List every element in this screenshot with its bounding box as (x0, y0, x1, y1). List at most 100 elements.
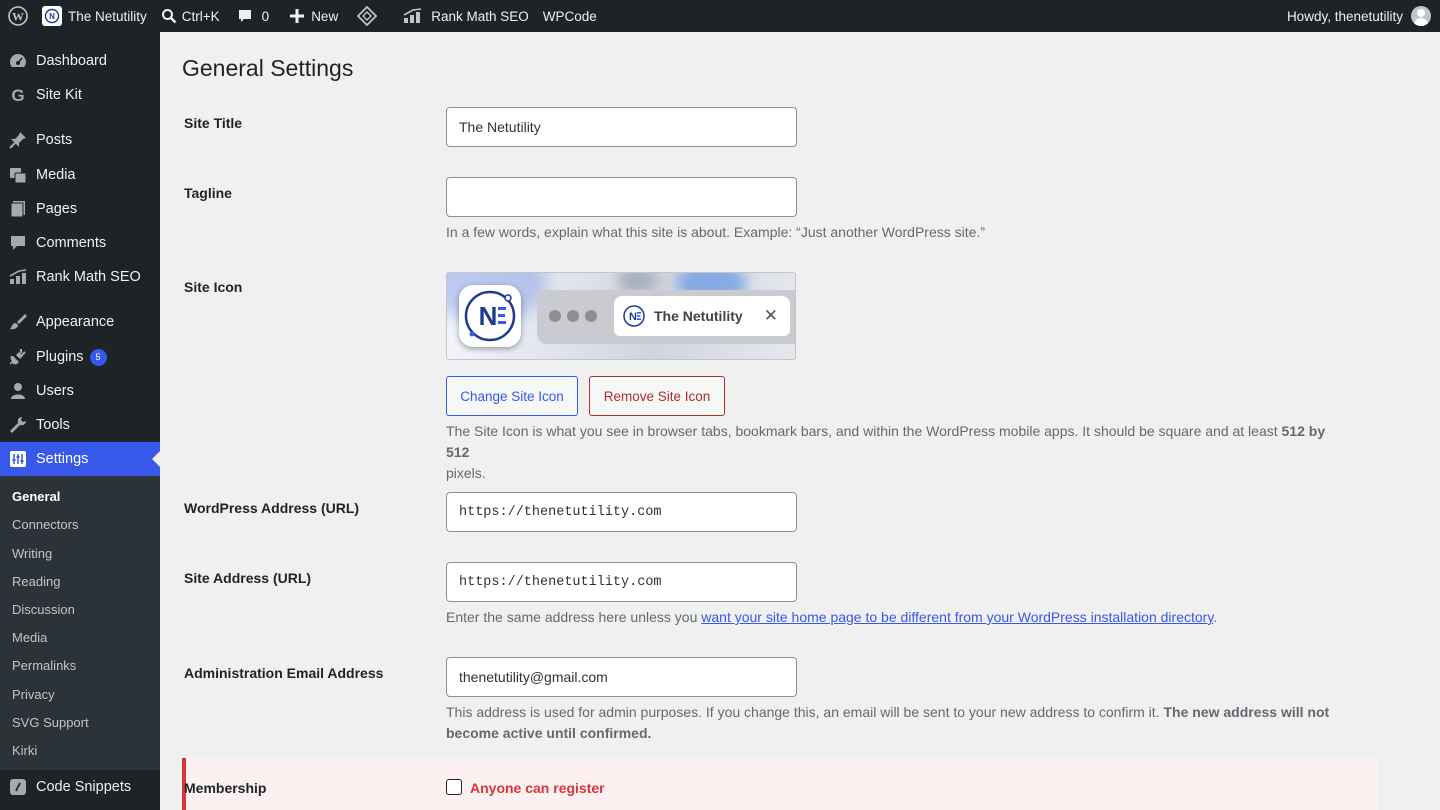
sidebar-item-site-kit[interactable]: G Site Kit (0, 78, 160, 112)
admin-bar: W N The Netutility Ctrl+K 0 New Rank Mat… (0, 0, 1440, 32)
sidebar-item-label: Code Snippets (36, 779, 132, 795)
submenu-item-kirki[interactable]: Kirki (12, 743, 37, 758)
new-label: New (311, 8, 339, 24)
sidebar-item-dashboard[interactable]: Dashboard (0, 44, 160, 78)
comment-icon (0, 233, 36, 253)
sidebar-item-media[interactable]: Media (0, 158, 160, 192)
anyone-can-register-label[interactable]: Anyone can register (470, 780, 605, 796)
site-address-description: Enter the same address here unless you w… (446, 607, 1217, 628)
settings-icon (0, 449, 36, 469)
submenu-item-general[interactable]: General (12, 489, 60, 504)
admin-email-label: Administration Email Address (184, 665, 384, 681)
submenu-item-connectors[interactable]: Connectors (12, 517, 78, 532)
wpcode-menu[interactable]: WPCode (536, 0, 604, 32)
membership-label: Membership (184, 780, 267, 796)
site-icon-label: Site Icon (184, 279, 243, 295)
submenu-item-svg-support[interactable]: SVG Support (12, 715, 89, 730)
wordpress-logo-icon[interactable]: W (0, 0, 38, 32)
sidebar-item-rank-math-seo[interactable]: Rank Math SEO (0, 260, 160, 294)
svg-text:N: N (629, 311, 637, 323)
site-title-label: Site Title (184, 115, 243, 131)
plus-icon (290, 9, 305, 23)
google-g-icon: G (0, 85, 36, 105)
submenu-item-permalinks[interactable]: Permalinks (12, 658, 76, 673)
rank-math-menu[interactable]: Rank Math SEO (391, 0, 536, 32)
new-content-menu[interactable]: New (276, 0, 345, 32)
sidebar-item-appearance[interactable]: Appearance (0, 305, 160, 339)
rank-math-icon (403, 8, 422, 23)
site-icon-description-text: The Site Icon is what you see in browser… (446, 423, 1282, 439)
wordpress-address-label: WordPress Address (URL) (184, 500, 360, 516)
close-icon: ✕ (763, 306, 778, 325)
admin-email-input[interactable]: thenetutility@gmail.com (446, 657, 797, 697)
admin-email-description-text: This address is used for admin purposes.… (446, 704, 1164, 720)
dashboard-icon (0, 51, 36, 71)
sidebar-item-label: Site Kit (36, 87, 82, 103)
sidebar-item-label: Users (36, 383, 74, 399)
site-title-input[interactable]: The Netutility (446, 107, 797, 147)
comments-menu[interactable]: 0 (227, 0, 277, 32)
sidebar-item-label: Plugins (36, 349, 84, 365)
site-icon-description: The Site Icon is what you see in browser… (446, 421, 1346, 484)
browser-tab-preview: N The Netutility ✕ (537, 290, 795, 344)
submenu-item-writing[interactable]: Writing (12, 546, 52, 561)
submenu-item-media[interactable]: Media (12, 630, 47, 645)
sidebar-item-pages[interactable]: Pages (0, 192, 160, 226)
change-site-icon-button[interactable]: Change Site Icon (446, 376, 578, 416)
main-content: General Settings Site Title The Netutili… (160, 32, 1440, 810)
site-address-help-link[interactable]: want your site home page to be different… (701, 609, 1213, 625)
sidebar-item-users[interactable]: Users (0, 374, 160, 408)
command-palette-button[interactable]: Ctrl+K (154, 0, 227, 32)
site-name-label: The Netutility (68, 8, 147, 24)
tagline-input[interactable] (446, 177, 797, 217)
submenu-item-discussion[interactable]: Discussion (12, 602, 75, 617)
paintbrush-icon (0, 312, 36, 332)
browser-tab: N The Netutility ✕ (614, 296, 790, 336)
sidebar-item-settings[interactable]: Settings (0, 442, 160, 476)
page-title: General Settings (182, 55, 354, 81)
search-icon (161, 9, 177, 24)
sidebar-item-label: Settings (36, 451, 89, 467)
site-icon-description-suffix: pixels. (446, 465, 486, 481)
wordpress-address-input[interactable]: https://thenetutility.com (446, 492, 797, 532)
wrench-icon (0, 415, 36, 435)
code-snippets-icon (0, 777, 36, 797)
tagline-description: In a few words, explain what this site i… (446, 224, 985, 240)
browser-tab-title: The Netutility (654, 308, 743, 324)
submenu-item-privacy[interactable]: Privacy (12, 687, 55, 702)
membership-row (182, 758, 1378, 810)
sidebar-item-code-snippets[interactable]: Code Snippets (0, 770, 160, 804)
tagline-label: Tagline (184, 185, 232, 201)
pushpin-icon (0, 130, 36, 150)
settings-submenu: General Connectors Writing Reading Discu… (0, 476, 160, 770)
wpcode-label: WPCode (542, 8, 597, 24)
comments-count: 0 (261, 8, 270, 24)
sidebar-item-posts[interactable]: Posts (0, 123, 160, 157)
sidebar-item-label: Dashboard (36, 53, 107, 69)
rank-math-icon (0, 267, 36, 287)
site-logo-icon: N (42, 6, 62, 26)
svg-text:N: N (479, 301, 498, 331)
sidebar-item-label: Rank Math SEO (36, 269, 141, 285)
sidebar-item-label: Media (36, 167, 76, 183)
sidebar-item-plugins[interactable]: Plugins 5 (0, 340, 160, 374)
sidebar-item-tools[interactable]: Tools (0, 408, 160, 442)
svg-text:G: G (11, 86, 24, 105)
diamond-plugin-icon[interactable] (345, 0, 391, 32)
howdy-label: Howdy, thenetutility (1286, 8, 1403, 24)
anyone-can-register-checkbox[interactable] (446, 779, 462, 795)
site-address-input[interactable]: https://thenetutility.com (446, 562, 797, 602)
site-address-description-text: Enter the same address here unless you (446, 609, 702, 625)
sidebar-item-comments[interactable]: Comments (0, 226, 160, 260)
site-address-description-suffix: . (1213, 609, 1218, 625)
pages-icon (0, 199, 36, 219)
remove-site-icon-button[interactable]: Remove Site Icon (589, 376, 725, 416)
comment-icon (238, 10, 251, 22)
submenu-item-reading[interactable]: Reading (12, 574, 60, 589)
site-icon-preview: N N The Netutility ✕ (446, 272, 796, 360)
site-name-menu[interactable]: N The Netutility (38, 0, 154, 32)
admin-email-description: This address is used for admin purposes.… (446, 702, 1346, 744)
my-account-menu[interactable]: Howdy, thenetutility (1287, 0, 1440, 32)
plugin-icon (0, 347, 36, 367)
sidebar-item-label: Comments (36, 235, 107, 251)
